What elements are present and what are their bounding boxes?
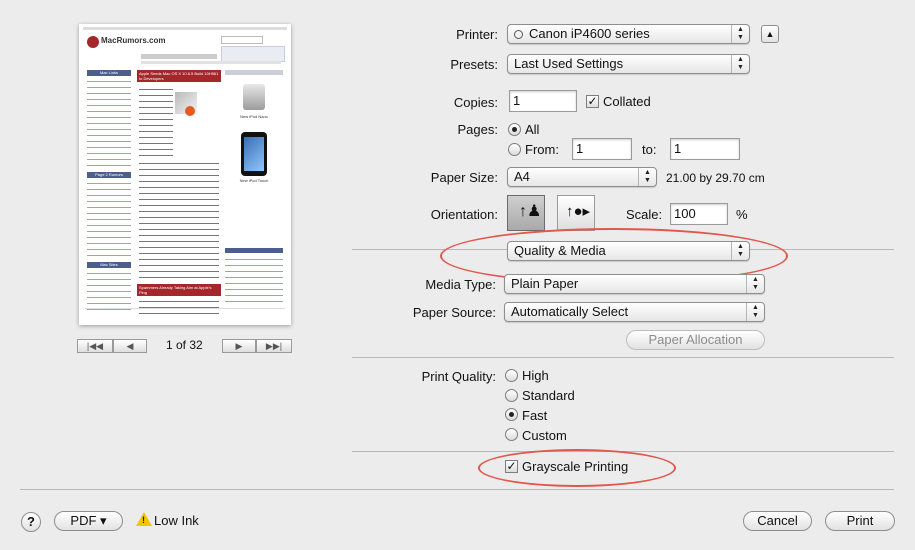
previous-page-button[interactable]: ◀	[113, 339, 147, 353]
printer-label: Printer:	[456, 27, 498, 42]
preview-headline: Spammers Already Taking Aim at Apple's P…	[137, 284, 221, 296]
copies-label: Copies:	[453, 95, 498, 110]
preview-nav	[141, 54, 217, 59]
preview-right: New iPod Nano New iPod Touch	[225, 70, 283, 316]
help-button[interactable]: ?	[21, 512, 41, 532]
pages-label: Pages:	[457, 122, 498, 137]
first-page-button[interactable]: |◀◀	[77, 339, 113, 353]
popup-arrows-icon: ▲ ▼	[638, 168, 656, 186]
scale-label: Scale:	[626, 207, 663, 222]
scale-field[interactable]: 100	[670, 203, 728, 225]
paper-allocation-button[interactable]: Paper Allocation	[626, 330, 765, 350]
preview-sidebar-heading: Page 2 Rumors	[87, 172, 131, 178]
section-popup[interactable]: Quality & Media ▲ ▼	[507, 241, 750, 261]
quality-high-radio[interactable]	[505, 369, 518, 382]
presets-value: Last Used Settings	[514, 56, 624, 71]
quality-fast-label: Fast	[522, 408, 548, 423]
quality-standard-radio[interactable]	[505, 389, 518, 402]
grayscale-checkbox[interactable]: ✓	[505, 460, 518, 473]
presets-label: Presets:	[450, 57, 498, 72]
paper-dimensions: 21.00 by 29.70 cm	[666, 171, 765, 185]
preview-ad	[221, 46, 285, 62]
landscape-icon: ↑●▸	[566, 203, 591, 220]
preview-logo: MacRumors.com	[87, 34, 165, 52]
separator	[20, 489, 894, 490]
presets-popup[interactable]: Last Used Settings ▲ ▼	[507, 54, 750, 74]
page-count: 1 of 32	[166, 338, 203, 352]
quality-custom-radio[interactable]	[505, 428, 518, 441]
next-page-button[interactable]: ▶	[222, 339, 256, 353]
preview-topbar	[83, 27, 287, 30]
pages-to-label: to:	[642, 142, 657, 157]
preview-sidebar: Mac Links Page 2 Rumors Mac Sites	[87, 70, 131, 316]
page-preview: MacRumors.com Mac Links Page 2 Rumors Ma…	[79, 24, 291, 325]
grayscale-label: Grayscale Printing	[522, 459, 629, 474]
printer-status-icon	[514, 30, 523, 40]
preview-product-label: New iPod Nano	[240, 114, 268, 119]
paper-size-popup[interactable]: A4 ▲ ▼	[507, 167, 657, 187]
popup-arrows-icon: ▲ ▼	[746, 275, 764, 293]
portrait-orientation-button[interactable]: ↑♟	[507, 195, 545, 231]
pages-to-field[interactable]: 1	[670, 138, 740, 160]
paper-source-value: Automatically Select	[511, 304, 629, 319]
printer-name: Canon iP4600 series	[529, 26, 650, 41]
separator	[352, 357, 894, 358]
preview-headline: Apple Seeds Mac OS X 10.6.5 Build 10H561…	[137, 70, 221, 82]
paper-size-value: A4	[514, 169, 530, 184]
printer-popup[interactable]: Canon iP4600 series ▲ ▼	[507, 24, 750, 44]
media-type-label: Media Type:	[425, 277, 496, 292]
collated-label: Collated	[603, 94, 651, 109]
print-button[interactable]: Print	[825, 511, 895, 531]
pdf-menu-button[interactable]: PDF ▾	[54, 511, 123, 531]
section-value: Quality & Media	[514, 243, 606, 258]
low-ink-label: Low Ink	[154, 513, 199, 528]
preview-subnav	[141, 61, 281, 64]
preview-search	[221, 36, 263, 44]
landscape-orientation-button[interactable]: ↑●▸	[557, 195, 595, 231]
collated-checkbox[interactable]: ✓	[586, 95, 599, 108]
preview-main: Apple Seeds Mac OS X 10.6.5 Build 10H561…	[137, 70, 221, 316]
quality-custom-label: Custom	[522, 428, 567, 443]
quality-high-label: High	[522, 368, 549, 383]
separator	[352, 451, 894, 452]
media-type-value: Plain Paper	[511, 276, 579, 291]
preview-sidebar-heading: Mac Sites	[87, 262, 131, 268]
popup-arrows-icon: ▲ ▼	[731, 25, 749, 43]
preview-product-label: New iPod Touch	[239, 178, 269, 183]
percent-label: %	[736, 207, 748, 222]
popup-arrows-icon: ▲ ▼	[731, 55, 749, 73]
paper-source-label: Paper Source:	[412, 305, 496, 320]
expand-dialog-button[interactable]: ▲	[761, 25, 779, 43]
pages-from-field[interactable]: 1	[572, 138, 632, 160]
orientation-label: Orientation:	[430, 207, 498, 222]
pages-from-label: From:	[525, 142, 559, 157]
portrait-icon: ↑♟	[519, 203, 542, 220]
popup-arrows-icon: ▲ ▼	[731, 242, 749, 260]
preview-site-name: MacRumors.com	[101, 36, 166, 45]
last-page-button[interactable]: ▶▶|	[256, 339, 292, 353]
quality-fast-radio[interactable]	[505, 408, 518, 421]
paper-source-popup[interactable]: Automatically Select ▲ ▼	[504, 302, 765, 322]
popup-arrows-icon: ▲ ▼	[746, 303, 764, 321]
copies-field[interactable]: 1	[509, 90, 577, 112]
pages-all-label: All	[525, 122, 540, 137]
print-quality-label: Print Quality:	[421, 369, 496, 384]
warning-icon-mark: !	[142, 515, 145, 525]
cancel-button[interactable]: Cancel	[743, 511, 812, 531]
media-type-popup[interactable]: Plain Paper ▲ ▼	[504, 274, 765, 294]
preview-sidebar-heading: Mac Links	[87, 70, 131, 76]
quality-standard-label: Standard	[522, 388, 575, 403]
paper-size-label: Paper Size:	[430, 170, 498, 185]
pages-all-radio[interactable]	[508, 123, 521, 136]
pages-range-radio[interactable]	[508, 143, 521, 156]
preview-footer	[85, 308, 285, 309]
